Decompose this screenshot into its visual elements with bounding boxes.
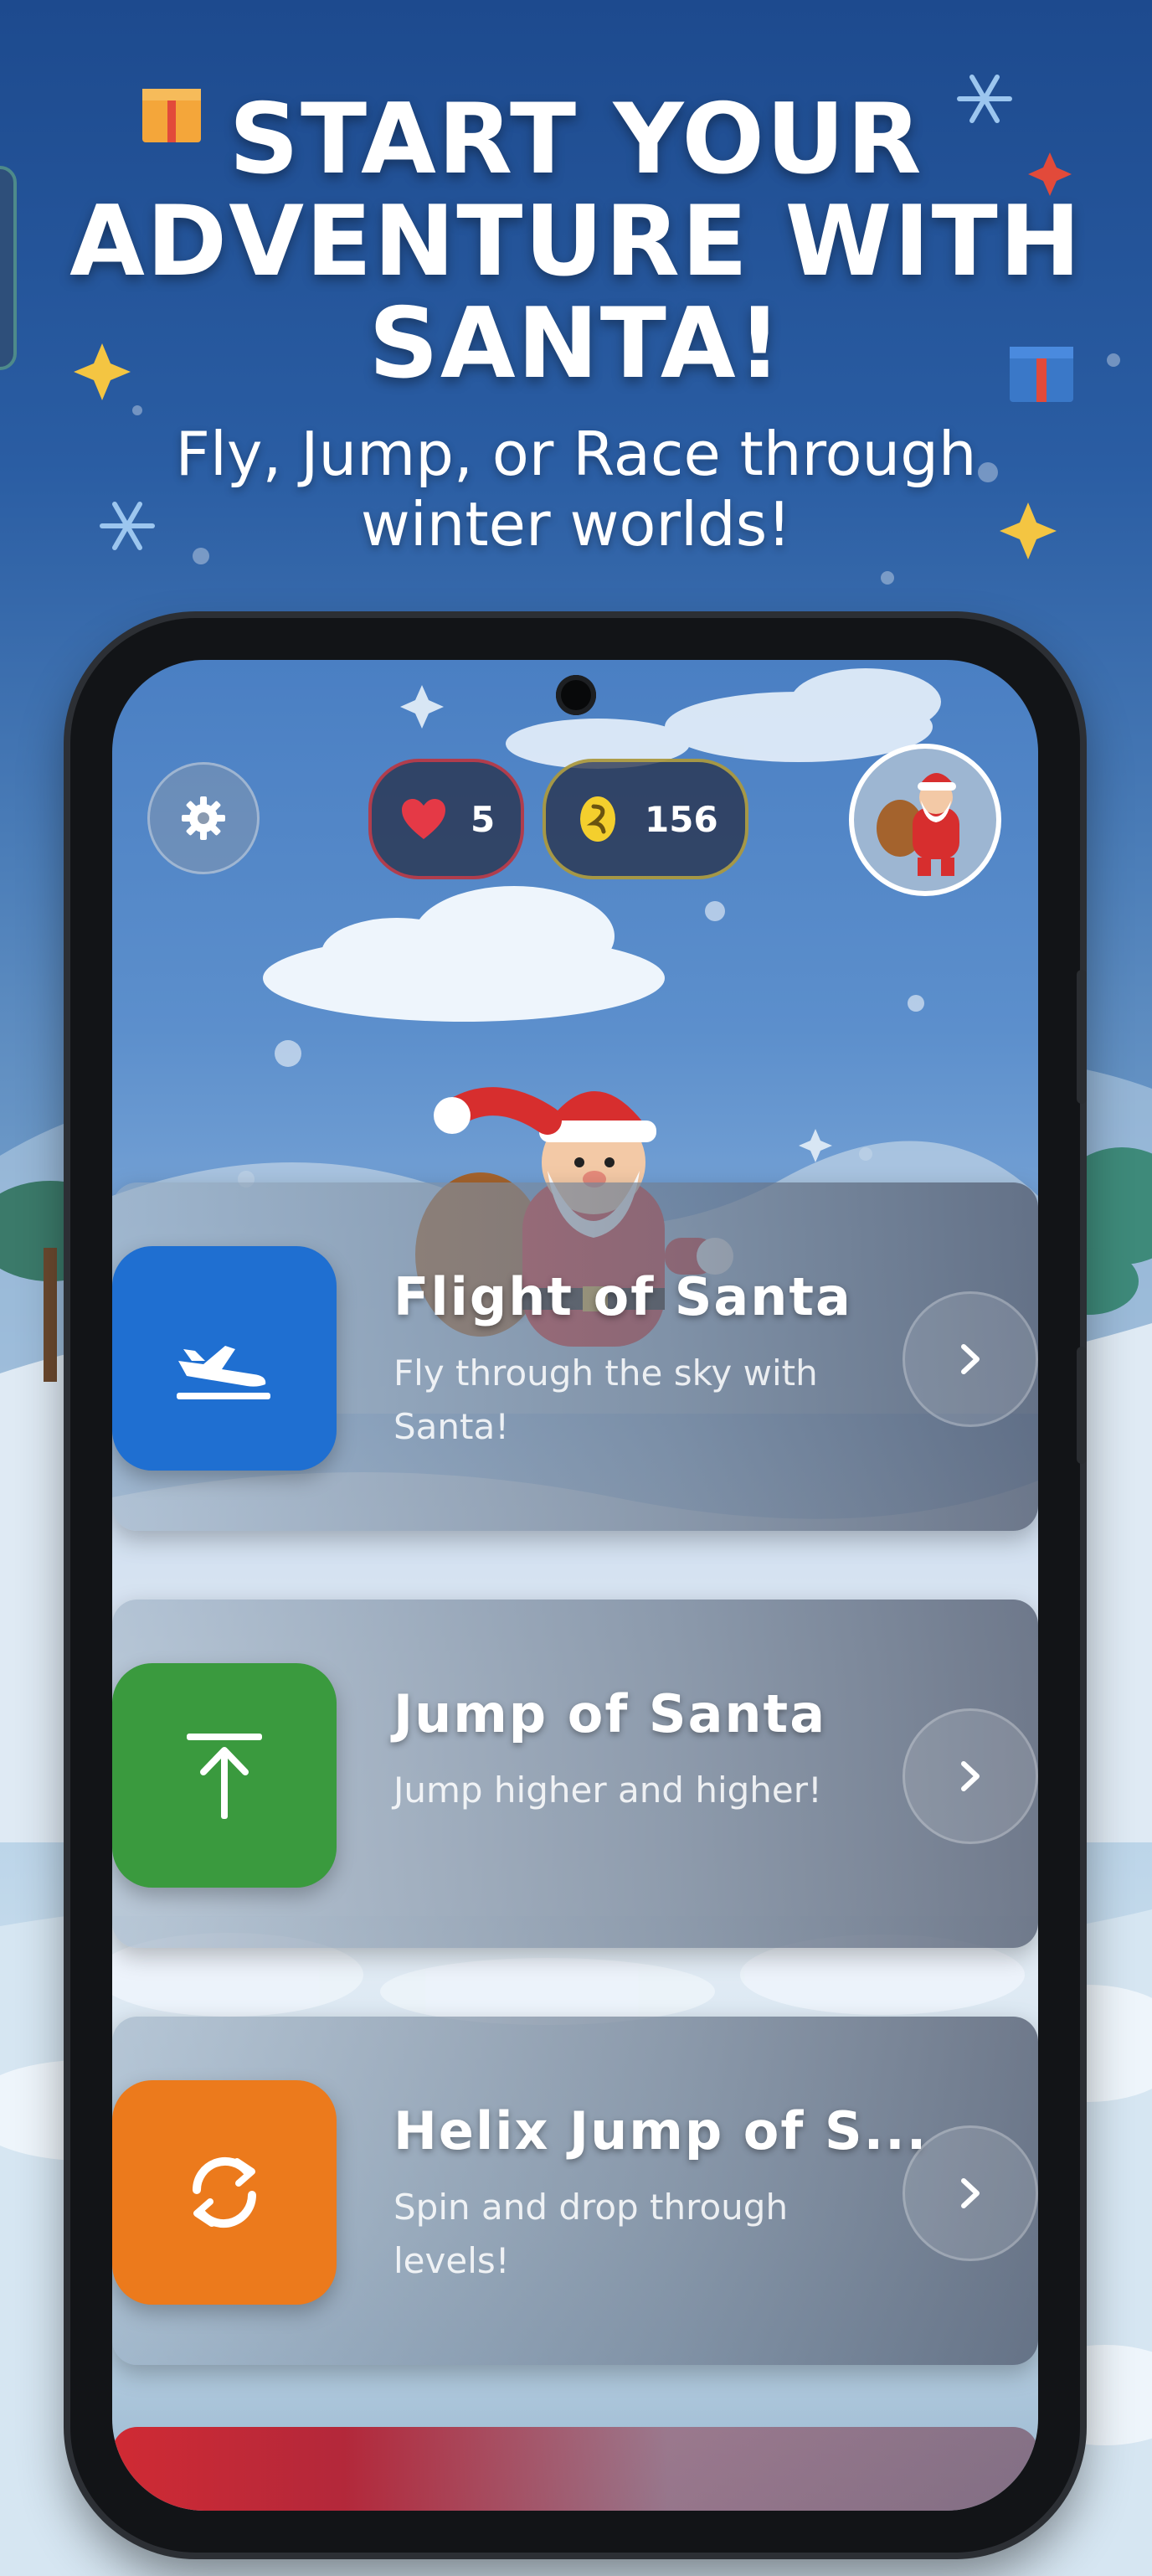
airplane-takeoff-icon <box>177 1346 270 1399</box>
app-screen: 5 156 Flight of Santa Fly through the sk… <box>112 660 1038 2511</box>
sync-arrows-icon <box>192 2156 257 2228</box>
heart-icon <box>397 792 450 846</box>
game-icon-tile <box>112 1663 337 1888</box>
game-card-flight[interactable]: Flight of Santa Fly through the sky with… <box>112 1182 1038 1531</box>
game-icon-tile <box>112 2080 337 2305</box>
subheadline-line-2: winter worlds! <box>360 489 792 559</box>
chevron-right-icon <box>961 2178 980 2208</box>
headline-line-1: START YOUR <box>229 83 923 196</box>
lives-counter[interactable]: 5 <box>368 759 524 879</box>
game-card-next-peek[interactable] <box>112 2427 1038 2511</box>
headline-line-3: SANTA! <box>368 287 784 400</box>
arrow-up-to-line-icon <box>187 1734 262 1819</box>
promo-subheadline: Fly, Jump, or Race through winter worlds… <box>0 419 1152 559</box>
game-title: Helix Jump of S... <box>393 2100 928 2161</box>
phone-side-button <box>1077 970 1087 1104</box>
chevron-right-icon <box>961 1761 980 1791</box>
game-description: Jump higher and higher! <box>393 1770 822 1811</box>
game-title: Jump of Santa <box>393 1683 827 1744</box>
play-button[interactable] <box>903 2125 1038 2261</box>
coins-counter[interactable]: 156 <box>543 759 748 879</box>
lives-value: 5 <box>471 798 496 840</box>
game-description: Fly through the sky with Santa! <box>393 1352 818 1447</box>
phone-frame: 5 156 Flight of Santa Fly through the sk… <box>70 618 1087 2553</box>
game-card-helix[interactable]: Helix Jump of S... Spin and drop through… <box>112 2017 1038 2365</box>
game-title: Flight of Santa <box>393 1266 852 1327</box>
avatar[interactable] <box>849 744 1001 896</box>
game-description: Spin and drop through levels! <box>393 2187 789 2281</box>
headline-line-2: ADVENTURE WITH <box>69 185 1083 298</box>
gear-icon <box>182 796 225 840</box>
play-button[interactable] <box>903 1291 1038 1427</box>
phone-volume-button <box>1077 1347 1087 1464</box>
play-button[interactable] <box>903 1708 1038 1844</box>
coin-icon <box>571 792 625 846</box>
subheadline-line-1: Fly, Jump, or Race through <box>175 419 977 489</box>
chevron-right-icon <box>961 1344 980 1374</box>
coins-value: 156 <box>645 798 718 840</box>
promo-headline: START YOUR ADVENTURE WITH SANTA! <box>0 89 1152 395</box>
game-card-jump[interactable]: Jump of Santa Jump higher and higher! <box>112 1600 1038 1948</box>
santa-avatar-icon <box>877 773 959 876</box>
front-camera <box>556 675 596 715</box>
settings-button[interactable] <box>147 762 260 874</box>
game-icon-tile <box>112 1246 337 1471</box>
